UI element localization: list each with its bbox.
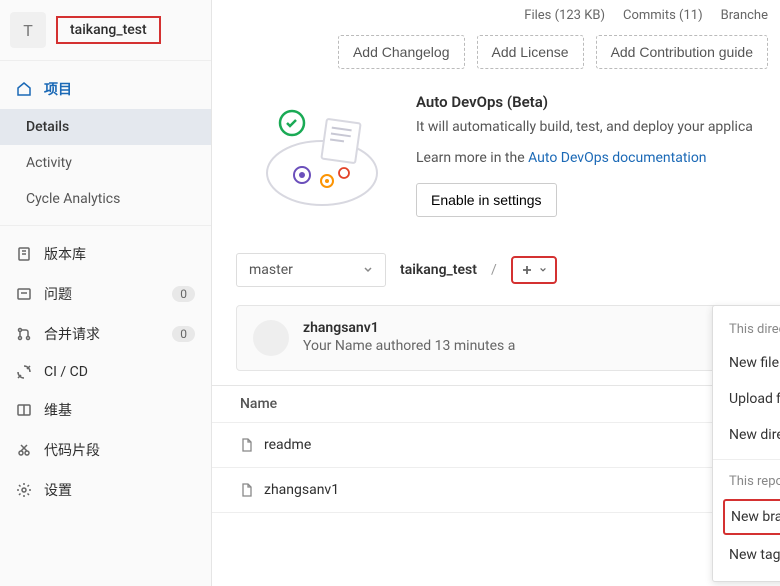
files-table: Name readme zhangsanv1 [212,385,780,513]
menu-item-new-branch[interactable]: New branch [723,499,780,535]
top-stats: Files (123 KB) Commits (11) Branche [212,0,780,27]
file-row[interactable]: zhangsanv1 [212,468,780,513]
devops-doc-link[interactable]: Auto DevOps documentation [528,150,706,166]
sidebar-item-wiki[interactable]: 维基 [0,390,211,430]
file-name: readme [264,437,311,453]
commit-author[interactable]: zhangsanv1 [303,320,515,336]
sidebar-item-activity[interactable]: Activity [0,145,211,181]
files-header-name: Name [212,386,780,423]
commit-meta: Your Name authored 13 minutes a [303,338,515,354]
issues-icon [16,286,32,302]
menu-item-new-directory[interactable]: New directory [713,417,780,453]
plus-icon [521,264,533,276]
sidebar-item-merge-requests[interactable]: 合并请求 0 [0,314,211,354]
branch-row: master taikang_test / [212,237,780,299]
add-contribution-button[interactable]: Add Contribution guide [596,35,768,69]
gear-icon [16,482,32,498]
chevron-down-icon [539,266,547,274]
file-row[interactable]: readme [212,423,780,468]
add-dropdown-button[interactable] [511,256,557,284]
project-name[interactable]: taikang_test [56,16,161,44]
file-name: zhangsanv1 [264,482,339,498]
issues-badge: 0 [172,286,195,302]
snippets-icon [16,442,32,458]
branch-selector[interactable]: master [236,253,386,287]
devops-learn-more: Learn more in the Auto DevOps documentat… [416,148,760,169]
sidebar-label: 项目 [44,79,72,99]
sidebar-item-issues[interactable]: 问题 0 [0,274,211,314]
merge-icon [16,326,32,342]
sidebar-item-cicd[interactable]: CI / CD [0,354,211,390]
breadcrumb-separator: / [491,262,497,278]
file-icon [240,438,254,452]
dropdown-section-repository: This repository [713,466,780,497]
main-content: Files (123 KB) Commits (11) Branche Add … [212,0,780,586]
add-dropdown-menu: This directory New file Upload file New … [712,305,780,582]
devops-title: Auto DevOps (Beta) [416,93,760,111]
menu-item-new-file[interactable]: New file [713,345,780,381]
devops-panel: Auto DevOps (Beta) It will automatically… [212,85,780,237]
devops-illustration [252,93,392,213]
dropdown-divider [713,459,780,460]
sidebar-item-project[interactable]: 项目 [0,69,211,109]
sidebar-item-repository[interactable]: 版本库 [0,234,211,274]
commit-avatar [253,320,289,356]
quick-actions: Add Changelog Add License Add Contributi… [212,27,780,85]
last-commit-box: zhangsanv1 Your Name authored 13 minutes… [236,305,760,371]
sidebar-header: T taikang_test [0,0,211,61]
stat-branches[interactable]: Branche [721,8,768,23]
chevron-down-icon [363,265,373,275]
stat-commits[interactable]: Commits (11) [623,8,703,23]
dropdown-section-directory: This directory [713,314,780,345]
stat-files[interactable]: Files (123 KB) [524,8,605,23]
home-icon [16,81,32,97]
sidebar-item-settings[interactable]: 设置 [0,470,211,510]
file-icon [240,483,254,497]
menu-item-new-tag[interactable]: New tag [713,537,780,573]
sidebar: T taikang_test 项目 Details Activity Cycle… [0,0,212,586]
menu-item-upload-file[interactable]: Upload file [713,381,780,417]
devops-description: It will automatically build, test, and d… [416,117,760,138]
sidebar-item-details[interactable]: Details [0,109,211,145]
wiki-icon [16,402,32,418]
enable-settings-button[interactable]: Enable in settings [416,183,557,217]
merge-badge: 0 [172,326,195,342]
repo-icon [16,246,32,262]
cicd-icon [16,364,32,380]
add-changelog-button[interactable]: Add Changelog [338,35,465,69]
add-license-button[interactable]: Add License [477,35,584,69]
breadcrumb-project[interactable]: taikang_test [400,262,477,278]
sidebar-item-snippets[interactable]: 代码片段 [0,430,211,470]
sidebar-item-cycle-analytics[interactable]: Cycle Analytics [0,181,211,217]
project-avatar[interactable]: T [10,12,46,48]
